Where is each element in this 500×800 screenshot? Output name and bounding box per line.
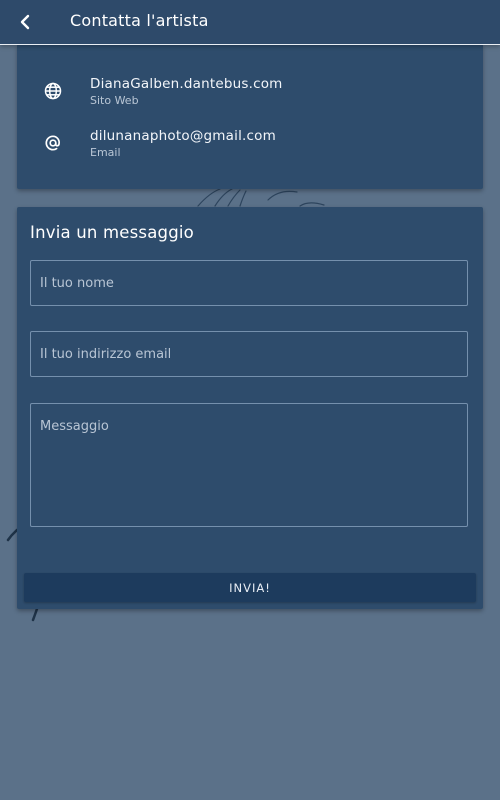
form-title: Invia un messaggio xyxy=(30,223,194,242)
back-button[interactable] xyxy=(10,7,40,37)
page-title: Contatta l'artista xyxy=(70,11,209,30)
contact-row-email[interactable]: dilunanaphoto@gmail.com Email xyxy=(17,127,483,167)
message-textarea[interactable] xyxy=(30,403,468,527)
email-value[interactable]: dilunanaphoto@gmail.com xyxy=(90,128,276,144)
message-form-card: Invia un messaggio INVIA! xyxy=(17,207,483,609)
app-bar: Contatta l'artista xyxy=(0,0,500,45)
email-input[interactable] xyxy=(30,331,468,377)
name-input[interactable] xyxy=(30,260,468,306)
send-button[interactable]: INVIA! xyxy=(24,573,476,602)
contact-row-website[interactable]: DianaGalben.dantebus.com Sito Web xyxy=(17,75,483,115)
website-label: Sito Web xyxy=(90,94,139,107)
website-value[interactable]: DianaGalben.dantebus.com xyxy=(90,76,283,92)
back-arrow-icon xyxy=(20,14,30,30)
globe-icon xyxy=(43,81,63,101)
contact-info-card: DianaGalben.dantebus.com Sito Web diluna… xyxy=(17,44,483,189)
at-sign-icon xyxy=(43,133,63,153)
email-label: Email xyxy=(90,146,121,159)
